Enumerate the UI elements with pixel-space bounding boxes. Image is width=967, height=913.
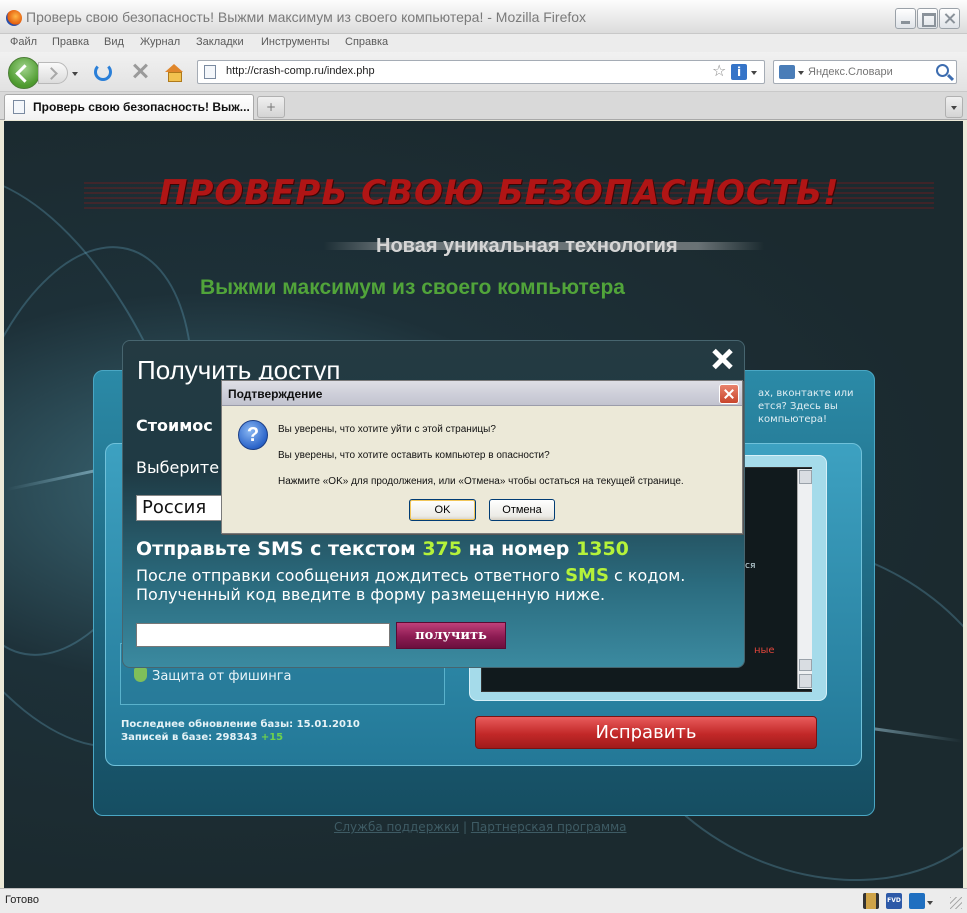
page-subtitle-maximize: Выжми максимум из своего компьютера	[200, 276, 625, 299]
status-bar: Готово FVD	[0, 888, 967, 913]
dialog-message-line3: Нажмите «OK» для продолжения, или «Отмен…	[278, 476, 684, 487]
page-subtitle-technology: Новая уникальная технология	[376, 235, 678, 257]
partner-program-link[interactable]: Партнерская программа	[471, 820, 627, 834]
menu-view[interactable]: Вид	[104, 36, 124, 48]
sms-code: 375	[422, 538, 462, 560]
popup-choose-label: Выберите	[136, 458, 220, 477]
dialog-message-line1: Вы уверены, что хотите уйти с этой стран…	[278, 424, 496, 435]
popup-cost-label: Стоимос	[136, 416, 213, 435]
sms-number: 1350	[576, 538, 629, 560]
menu-help[interactable]: Справка	[345, 36, 388, 48]
confirm-dialog: Подтверждение ? Вы уверены, что хотите у…	[221, 380, 743, 534]
window-title: Проверь свою безопасность! Выжми максиму…	[26, 9, 587, 25]
dialog-ok-button[interactable]: OK	[409, 499, 476, 521]
document-icon	[13, 100, 25, 114]
fix-button[interactable]: Исправить	[475, 716, 817, 749]
footer-links: Служба поддержки | Партнерская программа	[334, 820, 626, 834]
sms-instruction: Отправьте SMS с текстом 375 на номер 135…	[136, 538, 629, 560]
minimize-button[interactable]	[895, 8, 916, 29]
scroll-down-button[interactable]	[799, 674, 812, 688]
window-titlebar: Проверь свою безопасность! Выжми максиму…	[0, 0, 967, 34]
popup-close-icon[interactable]	[710, 347, 734, 371]
dialog-titlebar: Подтверждение	[222, 381, 742, 406]
back-button[interactable]	[8, 57, 40, 89]
search-icon[interactable]	[936, 64, 949, 77]
page-headline: ПРОВЕРЬ СВОЮ БЕЗОПАСНОСТЬ!	[159, 173, 840, 213]
scan-output-fragment: ся	[745, 561, 756, 571]
get-code-button[interactable]: получить	[396, 622, 506, 649]
scan-output-scrollbar[interactable]	[797, 469, 812, 689]
url-bar[interactable]: http://crash-comp.ru/index.php ☆ i	[197, 60, 765, 84]
footer-separator: |	[463, 820, 468, 834]
tab-active[interactable]: Проверь свою безопасность! Выж...	[4, 94, 254, 120]
tab-label: Проверь свою безопасность! Выж...	[33, 100, 250, 114]
addon-icon[interactable]	[909, 893, 925, 909]
tab-bar: Проверь свою безопасность! Выж... +	[0, 92, 967, 120]
scan-alert-fragment: ные	[754, 645, 775, 656]
menu-file[interactable]: Файл	[10, 36, 37, 48]
new-tab-button[interactable]: +	[257, 96, 285, 118]
forward-button[interactable]	[38, 62, 68, 84]
db-records-text: Записей в базе: 298343 +15	[121, 732, 284, 743]
dialog-cancel-button[interactable]: Отмена	[489, 499, 555, 521]
search-bar[interactable]	[773, 60, 957, 84]
site-info-icon[interactable]: i	[731, 64, 747, 80]
menu-tools[interactable]: Инструменты	[261, 36, 330, 48]
dialog-close-button[interactable]	[719, 384, 739, 404]
search-engine-icon[interactable]	[779, 65, 795, 79]
tab-list-button[interactable]	[945, 96, 963, 118]
scroll-up-button[interactable]	[799, 470, 812, 484]
navigation-toolbar: http://crash-comp.ru/index.php ☆ i	[0, 52, 967, 92]
bookmark-star-icon[interactable]: ☆	[712, 61, 726, 80]
addon-dropdown-icon[interactable]	[927, 901, 933, 905]
status-text: Готово	[5, 894, 39, 906]
firefox-logo-icon	[6, 10, 22, 26]
menubar: Файл Правка Вид Журнал Закладки Инструме…	[0, 34, 967, 52]
maximize-button[interactable]	[917, 8, 938, 29]
close-window-button[interactable]	[939, 8, 960, 29]
scroll-thumb[interactable]	[799, 659, 812, 671]
db-update-text: Последнее обновление базы: 15.01.2010	[121, 719, 360, 730]
shield-check-icon	[134, 668, 147, 682]
resize-grip-icon[interactable]	[950, 897, 962, 909]
support-link[interactable]: Служба поддержки	[334, 820, 459, 834]
home-icon[interactable]	[165, 64, 183, 82]
dialog-message-line2: Вы уверены, что хотите оставить компьюте…	[278, 450, 550, 461]
url-text[interactable]: http://crash-comp.ru/index.php	[226, 65, 375, 77]
database-info: Последнее обновление базы: 15.01.2010 За…	[121, 718, 360, 744]
fvd-icon[interactable]: FVD	[886, 893, 902, 909]
stop-icon[interactable]	[131, 62, 149, 80]
phishing-protection: Защита от фишинга	[134, 668, 292, 684]
sms-info-text: После отправки сообщения дождитесь ответ…	[136, 565, 686, 604]
menu-edit[interactable]: Правка	[52, 36, 89, 48]
question-icon: ?	[238, 420, 268, 450]
url-dropdown-icon[interactable]	[751, 71, 757, 75]
code-input[interactable]	[136, 623, 390, 647]
dialog-title: Подтверждение	[228, 387, 323, 401]
page-favicon-icon	[204, 65, 216, 79]
menu-bookmarks[interactable]: Закладки	[196, 36, 244, 48]
menu-history[interactable]: Журнал	[140, 36, 180, 48]
reload-icon[interactable]	[94, 63, 112, 81]
history-dropdown-icon[interactable]	[72, 72, 78, 76]
search-input[interactable]	[808, 64, 928, 80]
film-icon[interactable]	[863, 893, 879, 909]
search-engine-dropdown-icon[interactable]	[798, 71, 804, 75]
intro-text-fragment: ах, вконтакте или ется? Здесь вы компьют…	[758, 388, 854, 425]
